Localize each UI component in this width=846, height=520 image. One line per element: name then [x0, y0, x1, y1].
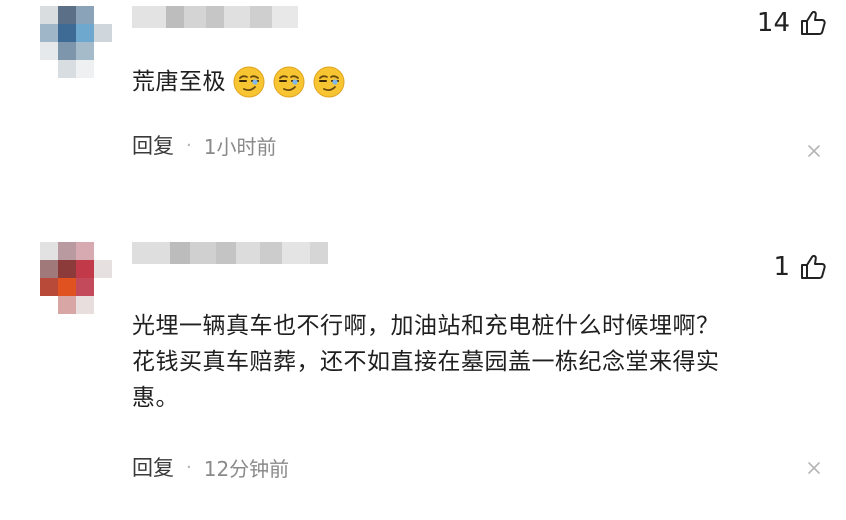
close-icon	[808, 145, 820, 157]
comment-text-line: 惠。	[132, 385, 179, 411]
comment-text-content: 荒唐至极	[132, 69, 226, 95]
like-button[interactable]: 14	[757, 8, 828, 38]
timestamp: 12分钟前	[203, 456, 290, 481]
smirk-emoji-icon	[232, 65, 266, 99]
comment-meta: 回复 · 12分钟前	[132, 452, 289, 482]
comment-text-line: 花钱买真车赔葬，还不如直接在墓园盖一栋纪念堂来得实	[132, 349, 720, 375]
comment-meta: 回复 · 1小时前	[132, 130, 276, 160]
reply-button[interactable]: 回复	[132, 452, 174, 482]
avatar[interactable]	[40, 6, 112, 78]
meta-separator: ·	[186, 456, 192, 478]
comment-text: 光埋一辆真车也不行啊，加油站和充电桩什么时候埋啊？ 花钱买真车赔葬，还不如直接在…	[132, 308, 832, 416]
smirk-emoji-icon	[312, 65, 346, 99]
username[interactable]	[132, 6, 298, 28]
reply-button[interactable]: 回复	[132, 130, 174, 160]
timestamp: 1小时前	[203, 134, 277, 159]
close-icon	[808, 462, 820, 474]
like-count: 14	[756, 8, 790, 38]
thumbs-up-icon	[801, 10, 826, 35]
close-button[interactable]	[806, 460, 822, 476]
comment-item: 14 荒唐至极 回复 · 1小时前	[0, 0, 846, 232]
like-button[interactable]: 1	[773, 252, 828, 282]
comment-text: 荒唐至极	[132, 64, 346, 100]
username[interactable]	[132, 242, 328, 264]
meta-separator: ·	[186, 134, 192, 156]
comment-item: 1 光埋一辆真车也不行啊，加油站和充电桩什么时候埋啊？ 花钱买真车赔葬，还不如直…	[0, 232, 846, 520]
smirk-emoji-icon	[272, 65, 306, 99]
comment-text-line: 光埋一辆真车也不行啊，加油站和充电桩什么时候埋啊？	[132, 313, 720, 339]
thumbs-up-icon	[801, 254, 826, 279]
like-count: 1	[773, 252, 790, 282]
close-button[interactable]	[806, 143, 822, 159]
avatar[interactable]	[40, 242, 112, 314]
